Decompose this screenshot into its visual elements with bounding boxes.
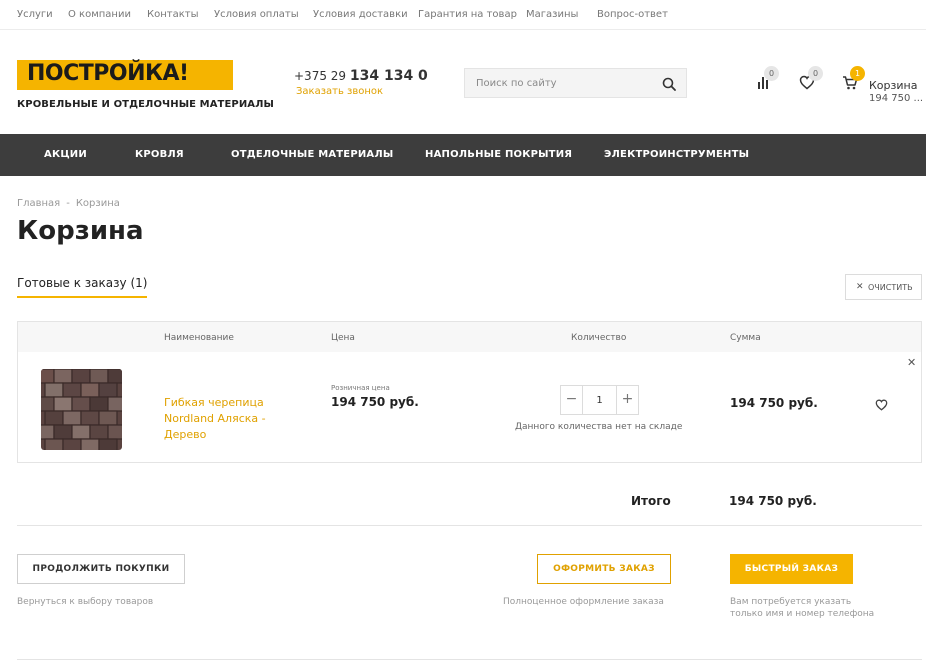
checkout-button[interactable]: ОФОРМИТЬ ЗАКАЗ <box>537 554 671 584</box>
phone-prefix: +375 29 <box>294 69 350 83</box>
quick-order-button[interactable]: БЫСТРЫЙ ЗАКАЗ <box>730 554 853 584</box>
search-input[interactable] <box>465 69 655 97</box>
tab-ready-count: (1) <box>130 276 148 290</box>
plus-icon[interactable]: + <box>616 386 638 414</box>
site-logo[interactable]: ПОСТРОЙКА! <box>17 60 233 90</box>
heart-icon[interactable] <box>875 396 888 411</box>
search-box <box>464 68 687 98</box>
main-nav: АКЦИИ КРОВЛЯ ОТДЕЛОЧНЫЕ МАТЕРИАЛЫ НАПОЛЬ… <box>0 134 926 176</box>
nav-item-flooring[interactable]: НАПОЛЬНЫЕ ПОКРЫТИЯ <box>425 149 572 160</box>
divider <box>17 525 922 526</box>
total-label: Итого <box>631 494 671 508</box>
tab-ready-to-order[interactable]: Готовые к заказу (1) <box>17 276 148 298</box>
clear-cart-button[interactable]: ✕ ОЧИСТИТЬ <box>845 274 922 300</box>
tab-ready-label: Готовые к заказу <box>17 276 127 290</box>
search-icon[interactable] <box>662 76 676 91</box>
topbar-link-delivery[interactable]: Условия доставки <box>313 9 408 20</box>
compare-count-badge: 0 <box>764 66 779 81</box>
topbar-link-contacts[interactable]: Контакты <box>147 9 198 20</box>
breadcrumb-home[interactable]: Главная <box>17 198 60 209</box>
cart-table: Наименование Цена Количество Сумма Гибка… <box>17 321 922 463</box>
column-header-price: Цена <box>331 333 355 343</box>
topbar-link-warranty[interactable]: Гарантия на товар <box>418 9 517 20</box>
site-tagline: КРОВЕЛЬНЫЕ И ОТДЕЛОЧНЫЕ МАТЕРИАЛЫ <box>17 99 275 110</box>
topbar-link-payment[interactable]: Условия оплаты <box>214 9 299 20</box>
quantity-input[interactable] <box>583 386 616 414</box>
quick-order-hint-line-2: только имя и номер телефона <box>730 609 875 619</box>
phone-number[interactable]: +375 29 134 134 0 <box>294 68 428 84</box>
page-title: Корзина <box>17 216 144 246</box>
phone-main: 134 134 0 <box>349 68 428 84</box>
checkout-hint: Полноценное оформление заказа <box>503 597 664 607</box>
table-header-row: Наименование Цена Количество Сумма <box>18 322 921 352</box>
quantity-stepper: − + <box>560 385 639 415</box>
product-name-link[interactable]: Гибкая черепица Nordland Аляска - Дерево <box>164 395 284 443</box>
minus-icon[interactable]: − <box>561 386 583 414</box>
column-header-name: Наименование <box>164 333 234 343</box>
continue-hint: Вернуться к выбору товаров <box>17 597 154 607</box>
quick-order-hint-line-1: Вам потребуется указать <box>730 597 852 607</box>
product-image[interactable] <box>41 369 122 450</box>
cart-label[interactable]: Корзина <box>869 79 917 92</box>
nav-item-roofing[interactable]: КРОВЛЯ <box>135 149 184 160</box>
nav-item-finishing[interactable]: ОТДЕЛОЧНЫЕ МАТЕРИАЛЫ <box>231 149 393 160</box>
topbar-link-services[interactable]: Услуги <box>17 9 53 20</box>
nav-item-power-tools[interactable]: ЭЛЕКТРОИНСТРУМЕНТЫ <box>604 149 749 160</box>
clear-cart-label: ОЧИСТИТЬ <box>868 283 913 292</box>
topbar-link-faq[interactable]: Вопрос-ответ <box>597 9 668 20</box>
site-header: ПОСТРОЙКА! КРОВЕЛЬНЫЕ И ОТДЕЛОЧНЫЕ МАТЕР… <box>0 30 926 134</box>
topbar-link-stores[interactable]: Магазины <box>526 9 578 20</box>
cart-sum: 194 750 ... <box>869 93 924 104</box>
stock-note: Данного количества нет на складе <box>515 422 683 432</box>
total-value: 194 750 руб. <box>729 494 817 508</box>
row-sum: 194 750 руб. <box>730 396 818 410</box>
breadcrumb-current: Корзина <box>75 198 120 209</box>
price-label: Розничная цена <box>331 384 390 392</box>
column-header-sum: Сумма <box>730 333 761 343</box>
topbar-link-about[interactable]: О компании <box>68 9 131 20</box>
nav-item-sales[interactable]: АКЦИИ <box>44 149 87 160</box>
cart-count-badge: 1 <box>850 66 865 81</box>
favorites-count-badge: 0 <box>808 66 823 81</box>
breadcrumb: Главная - Корзина <box>17 198 120 209</box>
continue-shopping-button[interactable]: ПРОДОЛЖИТЬ ПОКУПКИ <box>17 554 185 584</box>
breadcrumb-separator: - <box>66 198 70 209</box>
price-value: 194 750 руб. <box>331 395 419 409</box>
close-icon: ✕ <box>856 282 864 292</box>
column-header-quantity: Количество <box>571 333 627 343</box>
logo-text: ПОСТРОЙКА! <box>27 61 189 86</box>
close-icon[interactable]: ✕ <box>907 356 916 369</box>
callback-link[interactable]: Заказать звонок <box>296 86 383 97</box>
top-bar: Услуги О компании Контакты Условия оплат… <box>0 0 926 30</box>
